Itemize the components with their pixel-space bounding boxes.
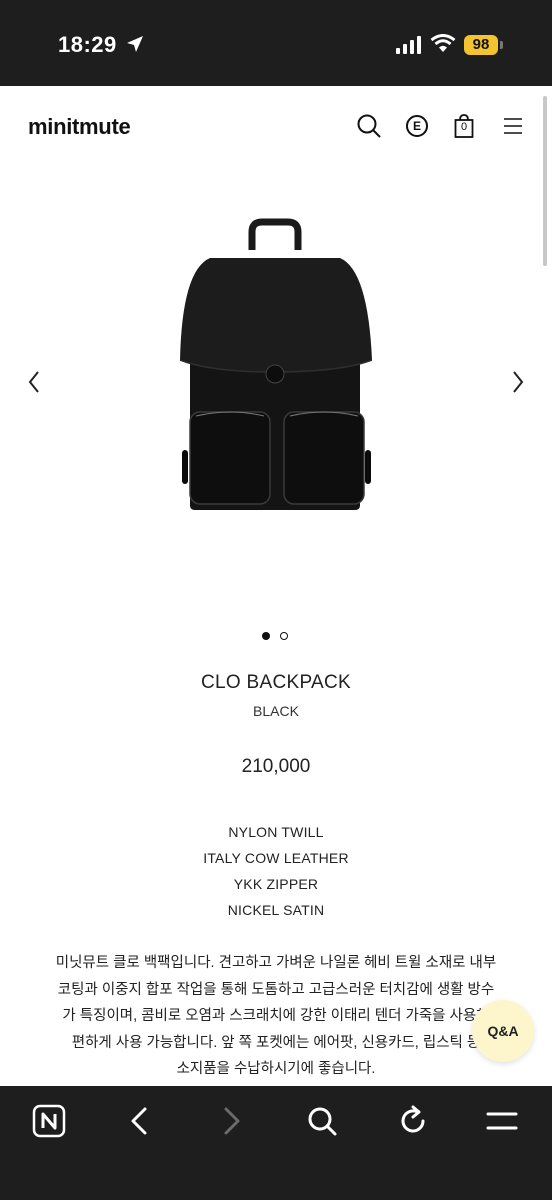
spec-item: YKK ZIPPER [233, 876, 319, 892]
product-image-backpack[interactable] [160, 210, 390, 520]
description-line: 코팅과 이중지 합포 작업을 통해 도톰하고 고급스러운 터치감에 생활 방수 [57, 981, 495, 998]
description-line: 편하게 사용 가능합니다. 앞 쪽 포켓에는 에어팟, 신용카드, 립스틱 등 [71, 1034, 481, 1051]
brand-e-letter: E [412, 119, 421, 133]
cart-icon[interactable]: 0 [450, 112, 478, 140]
location-arrow-icon [127, 36, 143, 52]
product-description: 미닛뮤트 클로 백팩입니다. 견고하고 가벼운 나일론 헤비 트윌 소재로 내부… [40, 950, 512, 1083]
browser-toolbar [0, 1086, 552, 1200]
battery-indicator: 98 [464, 35, 498, 55]
carousel-pagination [262, 632, 292, 642]
site-header: minitmute E 0 [0, 86, 552, 166]
product-name: CLO BACKPACK [200, 672, 351, 693]
wifi-icon [430, 34, 456, 52]
status-time: 18:29 [58, 32, 117, 57]
menu-icon[interactable] [485, 1104, 519, 1138]
search-icon[interactable] [355, 112, 383, 140]
product-price: 210,000 [241, 756, 311, 777]
naver-home-icon[interactable] [32, 1104, 66, 1138]
menu-icon[interactable] [500, 112, 528, 140]
spec-item: ITALY COW LEATHER [203, 850, 349, 866]
search-icon[interactable] [305, 1104, 339, 1138]
brand-logo[interactable]: minitmute [28, 114, 131, 140]
cellular-signal-icon [396, 36, 421, 54]
description-line: 미닛뮤트 클로 백팩입니다. 견고하고 가벼운 나일론 헤비 트윌 소재로 내부 [55, 955, 497, 971]
refresh-icon[interactable] [396, 1104, 430, 1138]
carousel-dot-inactive[interactable] [280, 632, 288, 640]
spec-item: NYLON TWILL [228, 824, 324, 840]
carousel-prev-arrow-icon[interactable] [24, 368, 44, 396]
description-line: 소지품을 수납하시기에 좋습니다. [176, 1061, 376, 1077]
battery-tip [500, 41, 503, 49]
status-bar: 18:29 98 [0, 0, 552, 86]
brand-e-icon[interactable]: E [403, 112, 431, 140]
back-icon[interactable] [123, 1104, 157, 1138]
carousel-next-arrow-icon[interactable] [508, 368, 528, 396]
cart-count: 0 [460, 121, 468, 133]
qa-button[interactable]: Q&A [472, 1000, 534, 1062]
carousel-dot-active[interactable] [262, 632, 270, 640]
product-color: BLACK [253, 703, 299, 719]
description-line: 가 특징이며, 콤비로 오염과 스크래치에 강한 이태리 텐더 가죽을 사용해 [62, 1008, 490, 1024]
spec-item: NICKEL SATIN [227, 902, 325, 918]
page-scrollbar[interactable] [543, 96, 547, 266]
forward-icon[interactable] [214, 1104, 248, 1138]
